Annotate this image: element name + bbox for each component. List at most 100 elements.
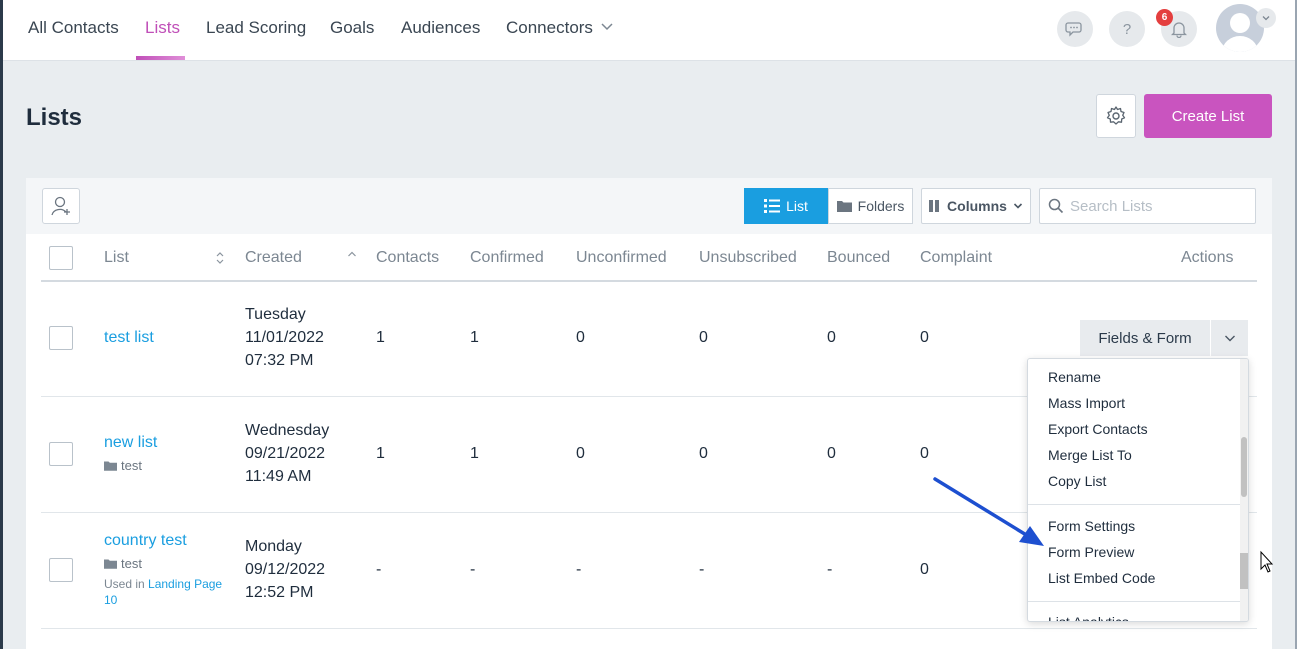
created-day: Wednesday [245,422,330,439]
sort-icon[interactable] [215,251,225,265]
actions-dropdown-toggle[interactable] [1210,320,1248,356]
page-title: Lists [26,104,83,131]
add-contact-button[interactable] [42,188,80,224]
confirmed-count: 1 [470,445,479,462]
column-header-contacts[interactable]: Contacts [376,249,439,267]
notification-badge: 6 [1156,9,1173,26]
menu-item-form-settings[interactable]: Form Settings [1048,518,1135,534]
folders-toggle-label: Folders [857,198,905,214]
bell-icon [1171,22,1187,38]
list-name-link[interactable]: country test [104,532,187,550]
column-header-complaint[interactable]: Complaint [920,249,992,267]
list-view-toggle[interactable]: List [744,188,828,224]
created-day: Tuesday [245,306,306,323]
menu-scrollbar-thumb[interactable] [1241,437,1247,497]
column-header-bounced[interactable]: Bounced [827,249,890,267]
menu-item-copy-list[interactable]: Copy List [1048,473,1106,489]
created-date: Tuesday 11/01/2022 07:32 PM [245,303,324,372]
created-time: 11:49 AM [245,468,312,485]
nav-lists[interactable]: Lists [145,18,180,38]
row-checkbox[interactable] [49,442,73,466]
card-toolbar: List Folders Columns [26,178,1272,234]
search-box [1039,188,1256,224]
folder-icon [104,461,117,471]
chat-icon [1065,22,1082,37]
top-navigation: All Contacts Lists Lead Scoring Goals Au… [0,0,1297,61]
column-header-unconfirmed[interactable]: Unconfirmed [576,249,667,267]
unconfirmed-count: 0 [576,329,585,346]
contacts-count: 1 [376,445,385,462]
account-menu-button[interactable] [1256,8,1276,28]
nav-goals[interactable]: Goals [330,18,374,38]
select-all-checkbox[interactable] [49,246,73,270]
row-divider [41,628,1257,629]
column-header-unsubscribed[interactable]: Unsubscribed [699,249,797,267]
page-scrollbar-thumb[interactable] [1240,553,1248,589]
list-folder: test [104,458,142,473]
nav-audiences[interactable]: Audiences [401,18,480,38]
fields-form-button[interactable]: Fields & Form [1080,320,1210,356]
unsubscribed-count: - [699,561,705,578]
list-icon [764,199,781,213]
menu-item-merge-list-to[interactable]: Merge List To [1048,447,1132,463]
list-name-link[interactable]: test list [104,329,154,347]
list-name-link[interactable]: new list [104,434,157,452]
nav-all-contacts[interactable]: All Contacts [28,18,119,38]
column-header-created[interactable]: Created [245,249,302,267]
created-time: 07:32 PM [245,352,314,369]
unsubscribed-count: 0 [699,329,708,346]
column-header-confirmed[interactable]: Confirmed [470,249,544,267]
contacts-count: - [376,561,382,578]
help-button[interactable]: ? [1109,11,1145,47]
unsubscribed-count: 0 [699,445,708,462]
confirmed-count: - [470,561,476,578]
row-checkbox[interactable] [49,326,73,350]
menu-item-form-preview[interactable]: Form Preview [1048,544,1134,560]
sort-ascending-icon[interactable] [347,250,357,258]
columns-dropdown[interactable]: Columns [921,188,1031,224]
list-folder: test [104,556,142,571]
menu-item-rename[interactable]: Rename [1048,369,1101,385]
row-checkbox[interactable] [49,558,73,582]
header-divider [41,280,1257,282]
user-silhouette-icon [1222,13,1258,52]
contacts-count: 1 [376,329,385,346]
bounced-count: - [827,561,833,578]
menu-item-mass-import[interactable]: Mass Import [1048,395,1125,411]
used-in-prefix: Used in [104,577,145,591]
window-left-edge [0,0,3,649]
column-header-list[interactable]: List [104,249,129,267]
menu-item-list-embed-code[interactable]: List Embed Code [1048,570,1155,586]
column-header-actions: Actions [1181,249,1234,266]
create-list-button[interactable]: Create List [1144,94,1272,138]
columns-label: Columns [947,198,1007,214]
folders-view-toggle[interactable]: Folders [828,188,913,224]
confirmed-count: 1 [470,329,479,346]
connectors-chevron-down-icon[interactable] [600,20,614,34]
settings-button[interactable] [1096,94,1136,138]
avatar[interactable] [1216,4,1264,52]
search-icon [1048,198,1064,214]
menu-separator [1028,601,1240,602]
nav-connectors[interactable]: Connectors [506,18,593,38]
folder-name: test [121,556,142,571]
chevron-down-icon [1262,16,1270,21]
folder-icon [836,201,852,212]
unconfirmed-count: - [576,561,582,578]
created-date: Monday 09/12/2022 12:52 PM [245,535,325,604]
unconfirmed-count: 0 [576,445,585,462]
search-input[interactable] [1070,189,1250,223]
nav-lead-scoring[interactable]: Lead Scoring [206,18,306,38]
chat-button[interactable] [1057,11,1093,47]
created-date-value: 09/21/2022 [245,445,326,462]
menu-item-export-contacts[interactable]: Export Contacts [1048,421,1148,437]
list-toggle-label: List [786,198,808,214]
bounced-count: 0 [827,329,836,346]
question-icon: ? [1122,20,1132,38]
complaint-count: 0 [920,329,929,346]
created-time: 12:52 PM [245,584,314,601]
menu-separator [1028,504,1240,505]
menu-item-list-analytics[interactable]: List Analytics [1048,614,1129,621]
active-tab-underline [136,56,185,60]
created-date-value: 09/12/2022 [245,561,326,578]
